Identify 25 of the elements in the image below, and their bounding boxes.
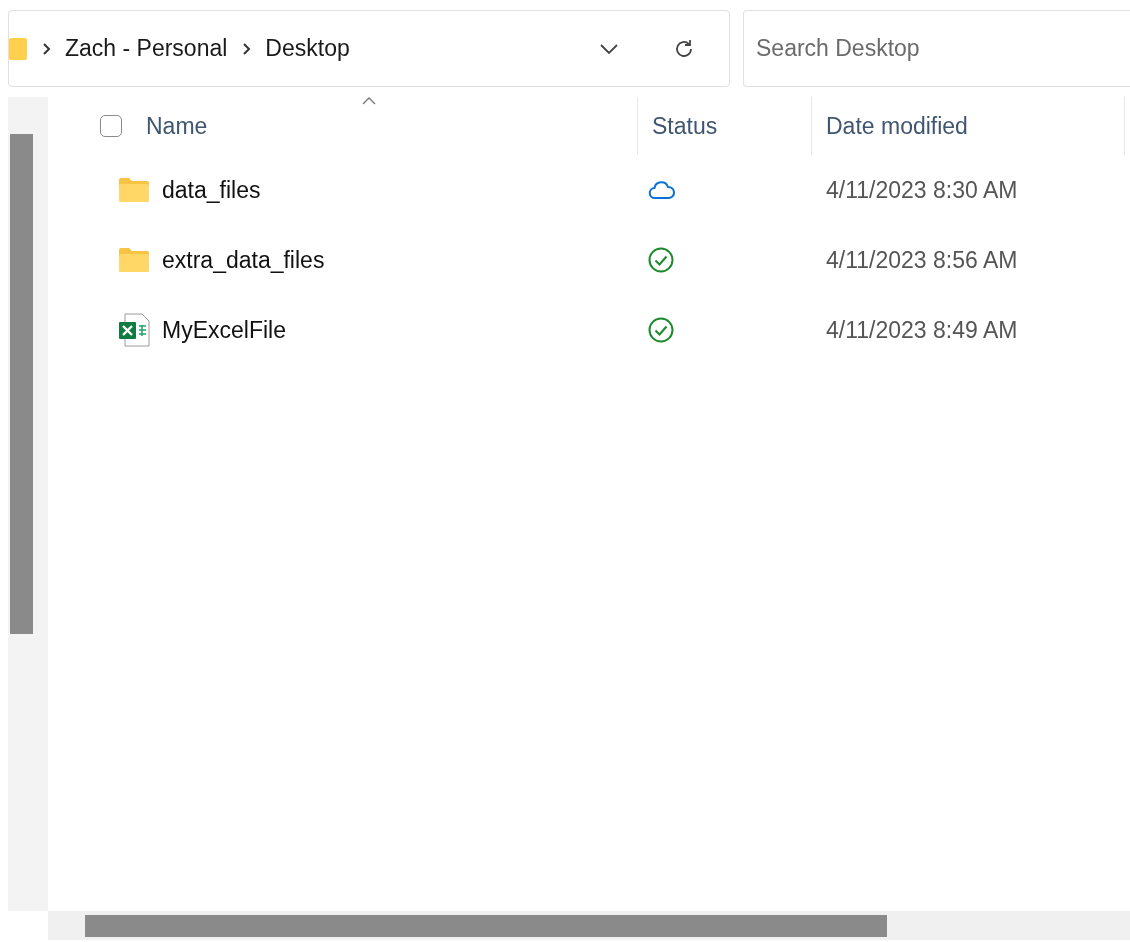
sort-caret-icon bbox=[362, 97, 376, 105]
column-header[interactable]: Status bbox=[652, 112, 718, 140]
date-modified: 4/11/2023 8:30 AM bbox=[825, 176, 1019, 204]
date-modified: 4/11/2023 8:56 AM bbox=[825, 246, 1019, 274]
file-name[interactable]: data_files bbox=[162, 176, 261, 204]
file-name[interactable]: MyExcelFile bbox=[162, 316, 286, 344]
column-header[interactable]: Date modified bbox=[826, 112, 968, 140]
search-field[interactable]: Search Desktop bbox=[743, 10, 1130, 87]
date-modified: 4/11/2023 8:49 AM bbox=[825, 316, 1019, 344]
chevron-right-icon[interactable] bbox=[41, 41, 51, 56]
spreadsheet-icon bbox=[118, 313, 150, 347]
chevron-right-icon[interactable] bbox=[241, 41, 252, 56]
breadcrumb[interactable]: Zach - Personal bbox=[65, 35, 228, 62]
select-all-checkbox[interactable] bbox=[100, 115, 122, 137]
folder-icon bbox=[118, 247, 150, 273]
file-name[interactable]: extra_data_files bbox=[162, 246, 325, 274]
chevron-down-icon[interactable] bbox=[599, 42, 619, 55]
refresh-icon[interactable] bbox=[673, 37, 695, 60]
horizontal-scrollbar[interactable] bbox=[48, 911, 1130, 940]
column-header[interactable]: Name bbox=[146, 112, 208, 140]
breadcrumb[interactable]: Desktop bbox=[265, 35, 350, 62]
folder-icon bbox=[118, 177, 150, 203]
vertical-scrollbar[interactable] bbox=[8, 97, 48, 911]
address-bar[interactable]: Zach - Personal Desktop bbox=[8, 10, 730, 87]
folder-icon bbox=[9, 37, 27, 60]
